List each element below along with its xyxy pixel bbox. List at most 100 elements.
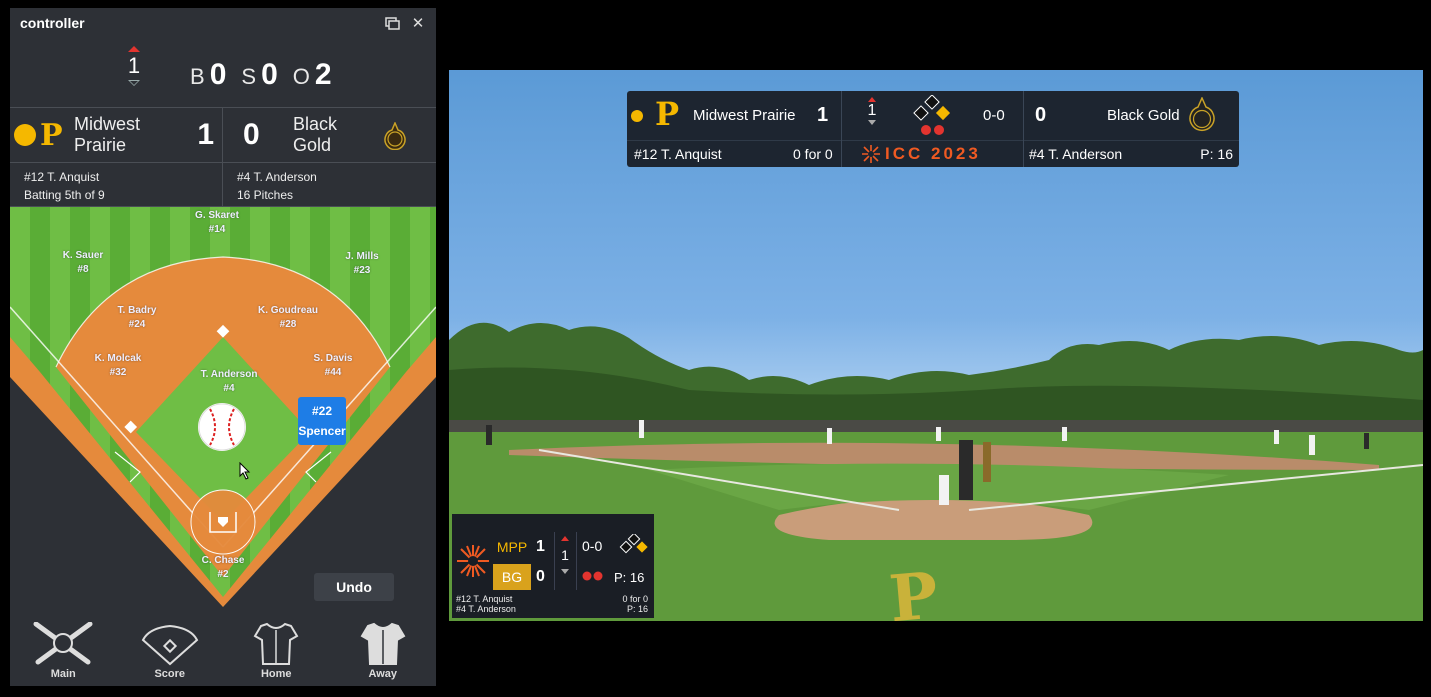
screen: controller ✕ 1 B 0 S 0 O 2 P Midwest Pra… <box>0 0 1431 697</box>
scorebug-away-name: Black Gold <box>1107 107 1180 124</box>
strikes-label: S <box>241 64 258 89</box>
video-feed: P P Midwest Prairie 1 1 0-0 0 Black Gold… <box>449 70 1423 621</box>
away-name-line2: Gold <box>293 135 332 155</box>
scorebug-home-score: 1 <box>817 104 829 126</box>
controller-title: controller <box>20 15 85 31</box>
mini-home-score: 1 <box>536 538 545 555</box>
pitcher-name: #4 T. Anderson <box>237 170 317 184</box>
scorebug-pitcher: #4 T. Anderson <box>1029 146 1123 162</box>
mini-away-abbr: BG <box>493 564 531 590</box>
outs-value[interactable]: 2 <box>315 58 333 92</box>
fielder-p[interactable]: T. Anderson #4 <box>201 368 258 396</box>
fielder-ss[interactable]: T. Badry #24 <box>118 304 157 332</box>
fielder-1b[interactable]: S. Davis #44 <box>314 352 353 380</box>
mini-pitcher: #4 T. Anderson <box>456 604 516 614</box>
nav-away[interactable]: Away <box>330 616 437 686</box>
balls-value[interactable]: 0 <box>210 58 228 92</box>
home-jersey-icon <box>253 622 299 665</box>
field-diagram[interactable]: G. Skaret #14 K. Sauer #8 J. Mills #23 T. B… <box>10 207 436 607</box>
runner-name: Spencer <box>298 424 346 438</box>
scorebug-pitch-count: P: 16 <box>1200 146 1233 162</box>
away-name-line1: Black <box>293 114 338 134</box>
svg-text:P: P <box>886 558 940 621</box>
teams-row: P Midwest Prairie 1 0 Black Gold <box>10 108 436 163</box>
ball-strike-out-count: B 0 S 0 O 2 <box>190 58 343 92</box>
away-jersey-icon <box>360 622 406 665</box>
bottom-navigation: Main Score Home Away <box>10 616 436 686</box>
controller-titlebar: controller ✕ <box>10 8 436 38</box>
home-name-line2: Prairie <box>74 135 127 155</box>
scorebug-count: 0-0 <box>983 107 1005 124</box>
mini-scorebug: MPP 1 BG 0 1 0-0 P: 16 #12 T. Anquist 0 … <box>452 514 654 618</box>
count-row: 1 B 0 S 0 O 2 <box>10 38 436 108</box>
fielder-3b[interactable]: K. Molcak #32 <box>95 352 142 380</box>
mini-count: 0-0 <box>582 538 603 554</box>
icc-event-text: ICC 2023 <box>885 144 981 163</box>
pitcher-info[interactable]: #4 T. Anderson 16 Pitches <box>223 163 331 206</box>
fielder-lf[interactable]: K. Sauer #8 <box>63 249 104 277</box>
undo-button[interactable]: Undo <box>314 573 394 601</box>
inning-bottom-arrow-icon[interactable] <box>128 80 140 86</box>
sunburst-icon <box>862 145 880 163</box>
scorebug-home-name: Midwest Prairie <box>693 107 796 124</box>
icc-event-logo: ICC 2023 <box>861 144 981 164</box>
batter-name: #12 T. Anquist <box>24 170 100 184</box>
at-bat-indicator-dot <box>14 124 36 146</box>
fielder-c[interactable]: C. Chase #2 <box>202 554 245 582</box>
inning-indicator[interactable]: 1 <box>122 46 146 86</box>
mini-pitch-count: P: 16 <box>614 570 645 585</box>
mini-bases-icon <box>619 534 648 554</box>
home-name-line1: Midwest <box>74 114 141 134</box>
nav-away-label: Away <box>368 668 398 680</box>
mini-outs-icon <box>582 571 603 581</box>
away-score[interactable]: 0 <box>243 118 260 152</box>
home-score[interactable]: 1 <box>197 118 214 152</box>
mini-inning: 1 <box>558 536 572 574</box>
home-team-name: Midwest Prairie <box>74 114 174 156</box>
nav-home-label: Home <box>260 668 292 680</box>
black-gold-logo <box>1189 97 1215 132</box>
nav-home[interactable]: Home <box>223 616 330 686</box>
fielder-2b[interactable]: K. Goudreau #28 <box>258 304 318 332</box>
mini-home-abbr: MPP <box>496 539 528 555</box>
nav-main-label: Main <box>50 668 76 680</box>
runner-number: #22 <box>311 404 333 418</box>
black-gold-logo <box>384 122 406 150</box>
scorebug-away-score: 0 <box>1035 104 1047 126</box>
scorebug-batter: #12 T. Anquist <box>634 146 722 162</box>
broadcast-scorebug: P Midwest Prairie 1 1 0-0 0 Black Gold #… <box>627 91 1239 167</box>
baseball-diamond-icon <box>141 624 198 666</box>
home-team: P Midwest Prairie 1 <box>10 108 223 162</box>
pitcher-detail: 16 Pitches <box>237 188 294 202</box>
current-players-row: #12 T. Anquist Batting 5th of 9 #4 T. An… <box>10 163 436 207</box>
runner-on-first[interactable]: #22 Spencer <box>298 397 346 445</box>
at-bat-indicator-dot <box>631 110 643 122</box>
strikes-value[interactable]: 0 <box>261 58 279 92</box>
fielder-cf[interactable]: G. Skaret #14 <box>195 209 239 237</box>
sunburst-icon <box>457 545 489 577</box>
scorebug-batter-stat: 0 for 0 <box>793 146 833 162</box>
outs-label: O <box>292 64 311 89</box>
away-team: 0 Black Gold <box>223 108 436 162</box>
baseball-icon[interactable] <box>198 403 246 451</box>
midwest-prairie-logo: P <box>655 95 680 133</box>
close-icon[interactable]: ✕ <box>410 15 426 32</box>
batter-info[interactable]: #12 T. Anquist Batting 5th of 9 <box>10 163 223 206</box>
mini-batter: #12 T. Anquist <box>456 594 513 604</box>
popout-icon[interactable] <box>384 15 400 31</box>
baseball-bats-icon <box>33 622 93 665</box>
away-team-name: Black Gold <box>293 114 393 156</box>
nav-score[interactable]: Score <box>117 616 224 686</box>
inning-number: 1 <box>127 53 141 78</box>
mini-batter-stat: 0 for 0 <box>622 594 648 604</box>
bases-and-outs-icon <box>913 95 951 135</box>
mini-away-score: 0 <box>536 568 545 585</box>
nav-main[interactable]: Main <box>10 616 117 686</box>
midwest-prairie-logo: P <box>40 117 63 153</box>
controller-panel: controller ✕ 1 B 0 S 0 O 2 P Midwest Pra… <box>10 8 436 686</box>
nav-score-label: Score <box>154 668 186 680</box>
batter-detail: Batting 5th of 9 <box>24 188 105 202</box>
fielder-rf[interactable]: J. Mills #23 <box>345 250 378 278</box>
balls-label: B <box>190 64 206 89</box>
scorebug-inning: 1 <box>865 97 879 125</box>
